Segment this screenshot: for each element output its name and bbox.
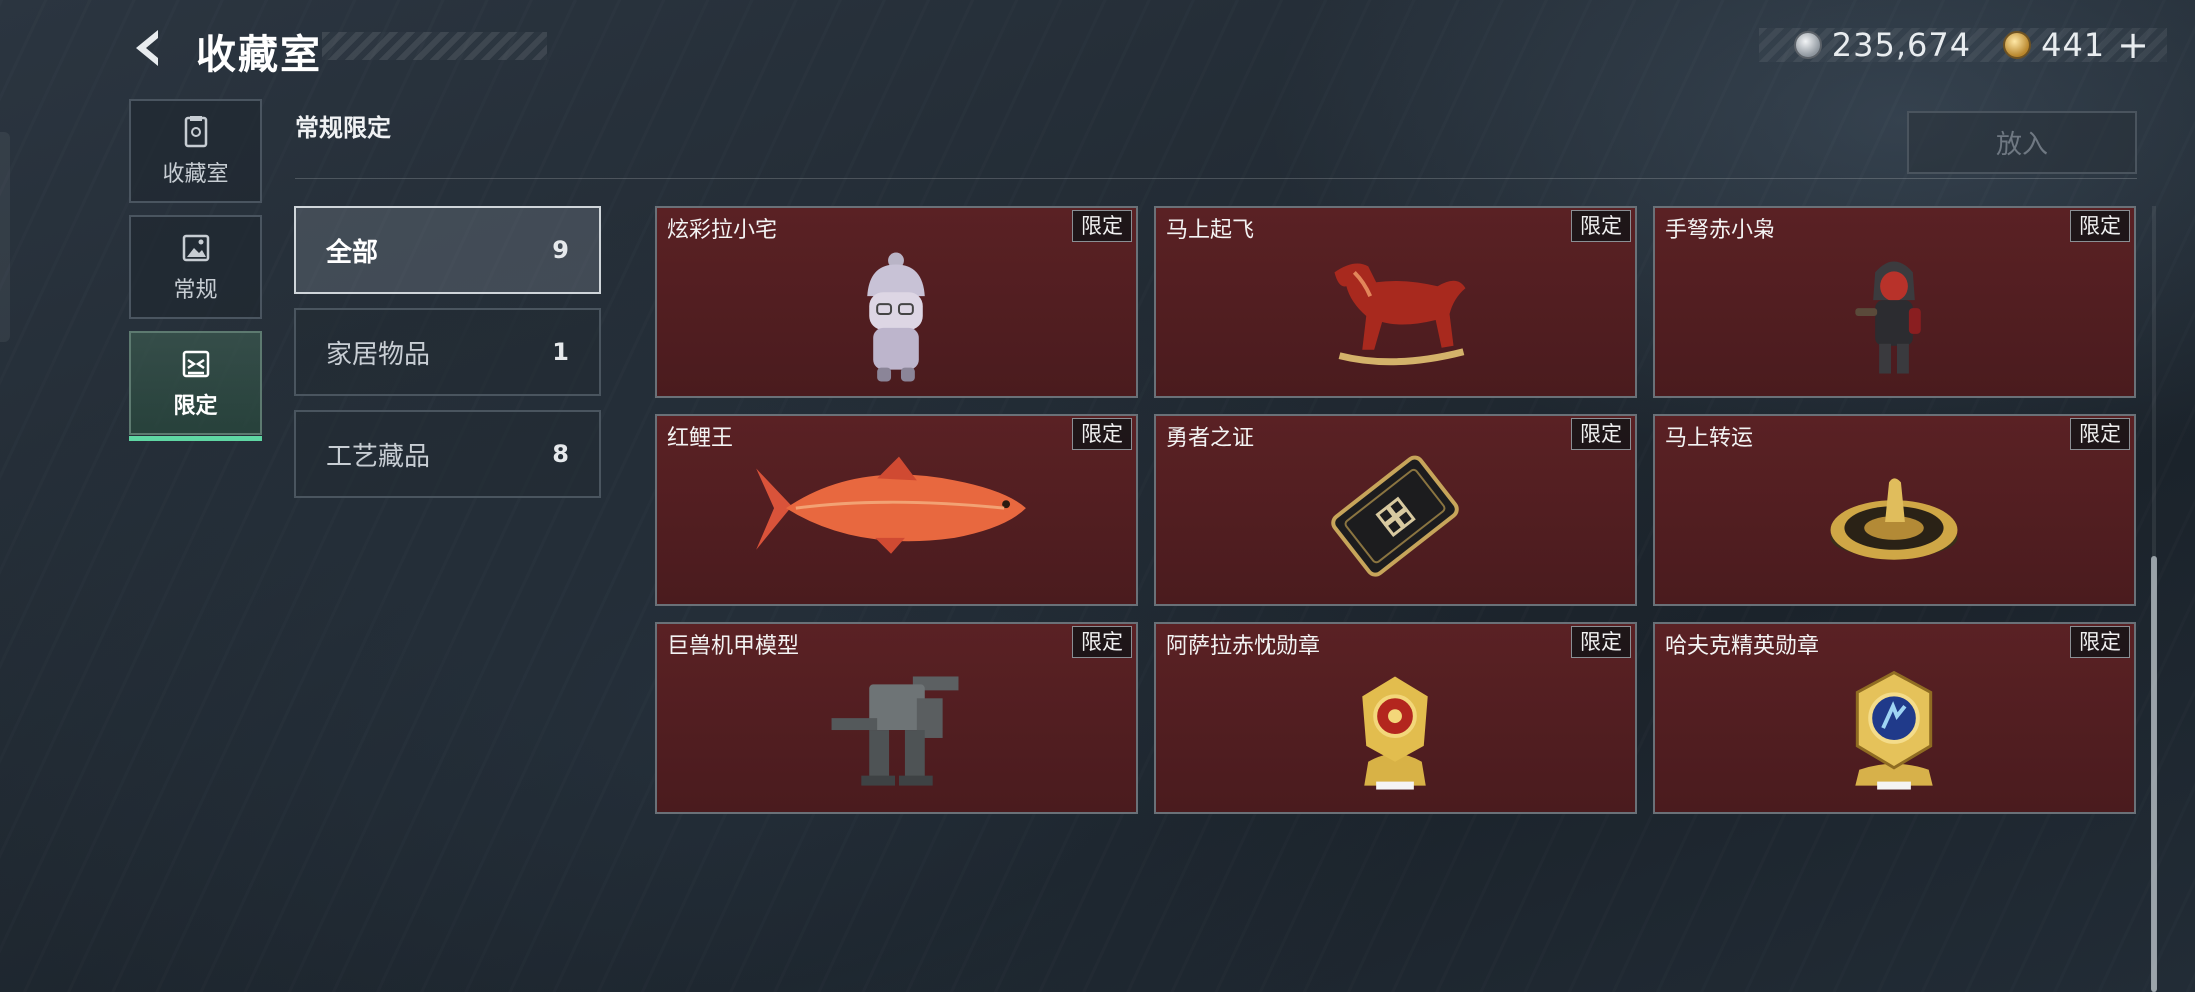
add-currency-button[interactable]: + bbox=[2117, 26, 2149, 64]
left-edge-handle[interactable] bbox=[0, 132, 10, 342]
category-all[interactable]: 全部 9 bbox=[294, 206, 601, 294]
section-divider bbox=[295, 178, 2137, 179]
rail-item-label: 收藏室 bbox=[162, 162, 229, 187]
rail-item-label: 限定 bbox=[173, 394, 218, 419]
put-in-button[interactable]: 放入 bbox=[1907, 111, 2137, 174]
rail-item-regular[interactable]: 常规 bbox=[129, 215, 262, 319]
page-title: 收藏室 bbox=[196, 32, 322, 78]
category-list: 全部 9 家居物品 1 工艺藏品 8 bbox=[294, 206, 601, 512]
item-card[interactable]: 马上转运 限定 bbox=[1653, 414, 2136, 606]
category-count: 8 bbox=[552, 440, 569, 468]
section-title: 常规限定 bbox=[295, 114, 391, 142]
category-count: 9 bbox=[552, 236, 569, 264]
item-card[interactable]: 巨兽机甲模型 限定 bbox=[655, 622, 1138, 814]
category-name: 工艺藏品 bbox=[326, 441, 431, 472]
silver-currency-value: 235,674 bbox=[1831, 26, 1972, 64]
blue-medal-icon bbox=[1855, 670, 1933, 790]
rocking-horse-icon bbox=[1334, 263, 1466, 366]
scroll-thumb[interactable] bbox=[2151, 556, 2157, 992]
black-card-icon bbox=[1331, 455, 1459, 577]
gold-coin-icon bbox=[2003, 31, 2032, 59]
gold-currency-value: 441 bbox=[2041, 26, 2106, 64]
rail-item-collection[interactable]: 收藏室 bbox=[129, 99, 262, 203]
doll-figure-icon bbox=[867, 252, 925, 382]
currency-bar: 235,674 441 + bbox=[1759, 26, 2167, 64]
category-home[interactable]: 家居物品 1 bbox=[294, 308, 601, 396]
limited-icon bbox=[182, 350, 209, 378]
item-card[interactable]: 勇者之证 限定 bbox=[1154, 414, 1637, 606]
rail-item-label: 常规 bbox=[173, 278, 218, 303]
title-decoration bbox=[322, 32, 547, 60]
item-card[interactable]: 手弩赤小枭 限定 bbox=[1653, 206, 2136, 398]
category-name: 家居物品 bbox=[326, 339, 431, 370]
category-count: 1 bbox=[552, 338, 569, 366]
item-card[interactable]: 阿萨拉赤忱勋章 限定 bbox=[1154, 622, 1637, 814]
side-rail: 收藏室 常规 限定 bbox=[129, 99, 262, 447]
item-card[interactable]: 炫彩拉小宅 限定 bbox=[655, 206, 1138, 398]
item-grid: 炫彩拉小宅 限定 马上起飞 限定 手弩赤小枭 限定 红鲤王 限定 勇者之证 限定… bbox=[655, 206, 2138, 814]
item-card[interactable]: 哈夫克精英勋章 限定 bbox=[1653, 622, 2136, 814]
category-name: 全部 bbox=[326, 237, 379, 268]
back-arrow-icon[interactable] bbox=[128, 26, 172, 70]
item-card[interactable]: 马上起飞 限定 bbox=[1154, 206, 1637, 398]
hooded-figure-icon bbox=[1855, 261, 1921, 374]
horse-dial-icon bbox=[1830, 478, 1958, 560]
category-craft[interactable]: 工艺藏品 8 bbox=[294, 410, 601, 498]
mech-model-icon bbox=[831, 676, 959, 786]
red-medal-icon bbox=[1362, 676, 1428, 790]
collection-icon bbox=[184, 116, 207, 148]
rail-item-limited[interactable]: 限定 bbox=[129, 331, 262, 441]
image-icon bbox=[182, 234, 209, 262]
red-carp-icon bbox=[756, 456, 1026, 554]
item-card[interactable]: 红鲤王 限定 bbox=[655, 414, 1138, 606]
silver-coin-icon bbox=[1793, 31, 1822, 59]
